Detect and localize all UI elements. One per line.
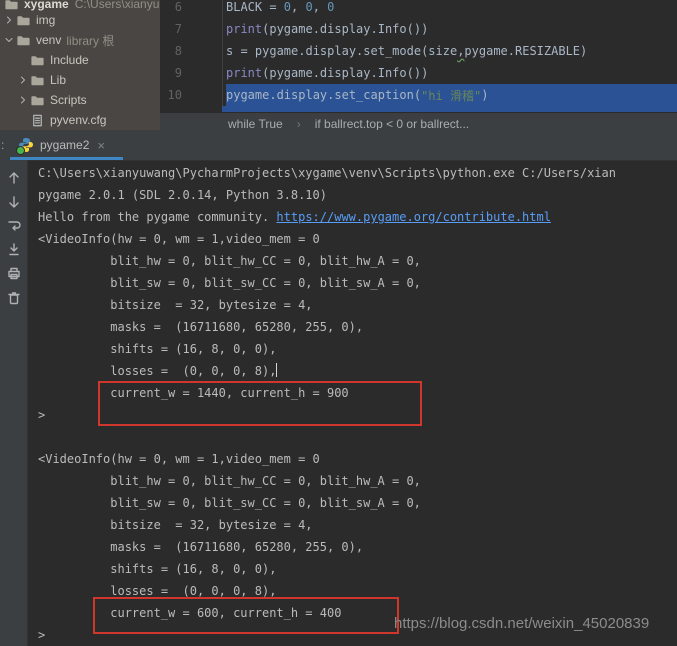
running-indicator-dot	[16, 146, 25, 155]
console-line: shifts = (16, 8, 0, 0),	[38, 338, 677, 360]
chevron-right-icon[interactable]	[16, 93, 30, 107]
console-link[interactable]: https://www.pygame.org/contribute.html	[276, 210, 551, 224]
folder-icon	[30, 72, 46, 88]
toolwindow-label-fragment: :	[1, 138, 4, 152]
tree-item-label: Lib	[50, 73, 66, 87]
config-file-icon	[30, 112, 46, 128]
up-arrow-icon[interactable]	[6, 170, 22, 186]
code-line-9[interactable]: 9 print(pygame.display.Info())	[160, 62, 677, 84]
down-arrow-icon[interactable]	[6, 194, 22, 210]
sidebar-item-img[interactable]: img	[0, 10, 160, 30]
console-line: losses = (0, 0, 0, 8),	[38, 580, 677, 602]
breadcrumb-item[interactable]: while True	[228, 117, 283, 131]
clear-trash-icon[interactable]	[6, 290, 22, 306]
scroll-to-end-icon[interactable]	[6, 242, 22, 258]
code-text: s = pygame.display.set_mode(size,pygame.…	[226, 40, 587, 62]
code-text: pygame.display.set_caption("hi 滑稽")	[226, 84, 488, 106]
console-output[interactable]: C:\Users\xianyuwang\PycharmProjects\xyga…	[38, 162, 677, 646]
console-line: masks = (16711680, 65280, 255, 0),	[38, 316, 677, 338]
folder-icon	[30, 92, 46, 108]
chevron-right-icon[interactable]	[2, 13, 16, 27]
selection-fill	[488, 84, 677, 106]
console-line: blit_hw = 0, blit_hw_CC = 0, blit_hw_A =…	[38, 250, 677, 272]
pycharm-window: xygame C:\Users\xianyu imgvenvlibrary 根I…	[0, 0, 677, 646]
console-line: blit_sw = 0, blit_sw_CC = 0, blit_sw_A =…	[38, 492, 677, 514]
chevron-right-icon[interactable]	[16, 73, 30, 87]
line-number: 6	[160, 0, 182, 14]
code-line-7[interactable]: 7 print(pygame.display.Info())	[160, 18, 677, 40]
soft-wrap-icon[interactable]	[6, 218, 22, 234]
text-caret	[276, 363, 277, 377]
sidebar-item-venv[interactable]: venv library 根	[0, 30, 160, 50]
watermark-text: https://blog.csdn.net/weixin_45020839	[394, 615, 649, 632]
console-line: pygame 2.0.1 (SDL 2.0.14, Python 3.8.10)	[38, 184, 677, 206]
code-text: BLACK = 0, 0, 0	[226, 0, 334, 18]
tab-pygame2[interactable]: pygame2 ×	[12, 130, 111, 160]
console-line: blit_hw = 0, blit_hw_CC = 0, blit_hw_A =…	[38, 470, 677, 492]
console-line: losses = (0, 0, 0, 8),	[38, 360, 677, 382]
run-toolwindow-tabbar: : pygame2 ×	[0, 130, 677, 161]
sidebar-item-pyvenv-cfg[interactable]: pyvenv.cfg	[0, 110, 160, 130]
console-toolbar	[0, 160, 28, 646]
console-line	[38, 426, 677, 448]
tab-title: pygame2	[40, 138, 89, 152]
sidebar-item-scripts[interactable]: Scripts	[0, 90, 160, 110]
line-number: 8	[160, 44, 182, 58]
tree-item-label: venv	[36, 33, 61, 47]
folder-icon	[16, 12, 32, 28]
console-line: >	[38, 404, 677, 426]
print-icon[interactable]	[6, 266, 22, 282]
line-number: 9	[160, 66, 182, 80]
console-line: <VideoInfo(hw = 0, wm = 1,video_mem = 0	[38, 448, 677, 470]
breadcrumb-separator-icon: ›	[297, 117, 301, 131]
console-line: C:\Users\xianyuwang\PycharmProjects\xyga…	[38, 162, 677, 184]
code-text: print(pygame.display.Info())	[226, 62, 428, 84]
chevron-down-icon[interactable]	[2, 33, 16, 47]
code-line-10[interactable]: 10 pygame.display.set_caption("hi 滑稽")	[160, 84, 677, 106]
code-line-8[interactable]: 8 s = pygame.display.set_mode(size,pygame…	[160, 40, 677, 62]
breadcrumb-item[interactable]: if ballrect.top < 0 or ballrect...	[315, 117, 469, 131]
sidebar-item-include[interactable]: Include	[0, 50, 160, 70]
console-line: bitsize = 32, bytesize = 4,	[38, 294, 677, 316]
python-run-icon	[18, 137, 34, 153]
console-line: Hello from the pygame community. https:/…	[38, 206, 677, 228]
tree-item-label: Include	[50, 53, 89, 67]
project-tree-panel[interactable]: xygame C:\Users\xianyu imgvenvlibrary 根I…	[0, 0, 160, 130]
tree-item-label: pyvenv.cfg	[50, 113, 106, 127]
tab-close-icon[interactable]: ×	[97, 138, 105, 153]
console-line: <VideoInfo(hw = 0, wm = 1,video_mem = 0	[38, 228, 677, 250]
console-line: bitsize = 32, bytesize = 4,	[38, 514, 677, 536]
folder-icon	[30, 52, 46, 68]
tree-item-label: Scripts	[50, 93, 87, 107]
console-line: masks = (16711680, 65280, 255, 0),	[38, 536, 677, 558]
folder-icon	[16, 32, 32, 48]
tree-spacer	[16, 113, 30, 127]
line-number: 7	[160, 22, 182, 36]
console-line: shifts = (16, 8, 0, 0),	[38, 558, 677, 580]
console-line: blit_sw = 0, blit_sw_CC = 0, blit_sw_A =…	[38, 272, 677, 294]
code-line-6[interactable]: 6 BLACK = 0, 0, 0	[160, 0, 677, 18]
code-text: print(pygame.display.Info())	[226, 18, 428, 40]
console-line: current_w = 1440, current_h = 900	[38, 382, 677, 404]
code-editor[interactable]: 6 BLACK = 0, 0, 0 7 print(pygame.display.In…	[160, 0, 677, 112]
tree-item-label: img	[36, 13, 55, 27]
tree-spacer	[16, 53, 30, 67]
tree-item-suffix: library 根	[66, 32, 114, 49]
sidebar-item-lib[interactable]: Lib	[0, 70, 160, 90]
line-number: 10	[160, 88, 182, 102]
